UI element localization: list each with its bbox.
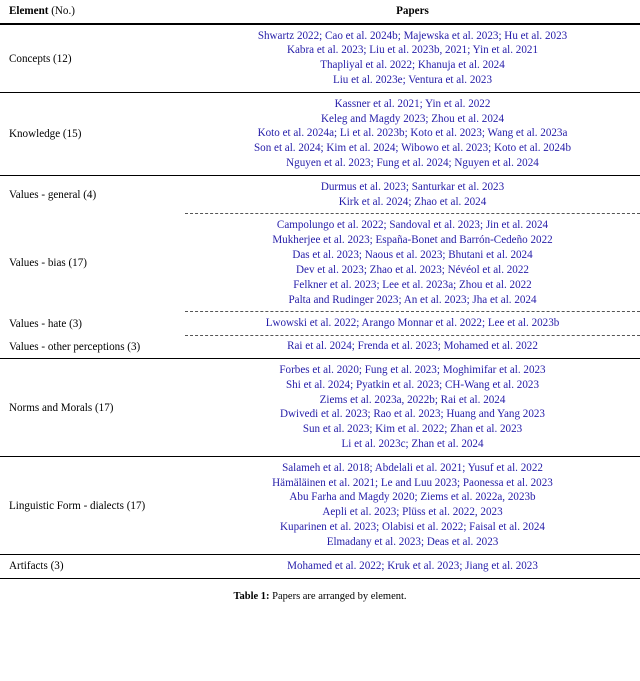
citation-line: Sun et al. 2023; Kim et al. 2022; Zhan e… xyxy=(302,423,523,436)
element-cell: Values - general (4) xyxy=(9,189,97,202)
table-row: Values - hate (3) Lwowski et al. 2022; Ar… xyxy=(0,311,640,336)
table-row: Concepts (12) Shwartz 2022; Cao et al. 20… xyxy=(0,25,640,93)
citation-line: Li et al. 2023c; Zhan et al. 2024 xyxy=(341,438,484,451)
rule-cell-left-bottom xyxy=(0,577,185,579)
citation-line: Felkner et al. 2023; Lee et al. 2023a; Z… xyxy=(293,278,532,291)
table-row: Values - other perceptions (3) Rai et al.… xyxy=(0,334,640,359)
citation-line: Thapliyal et al. 2022; Khanuja et al. 20… xyxy=(320,59,505,72)
citation-line: Das et al. 2023; Naous et al. 2023; Bhut… xyxy=(292,248,533,261)
citation-line: Elmadany et al. 2023; Deas et al. 2023 xyxy=(326,536,499,549)
table-row: Linguistic Form - dialects (17) Salameh e… xyxy=(0,457,640,554)
citation-line: Hämäläinen et al. 2021; Le and Luu 2023;… xyxy=(272,476,553,489)
table-header-row: Element (No.) Papers xyxy=(0,0,640,24)
table-row: Knowledge (15) Kassner et al. 2021; Yin e… xyxy=(0,93,640,176)
citation-line: Nguyen et al. 2023; Fung et al. 2024; Ng… xyxy=(286,157,539,170)
papers-cell: Campolungo et al. 2022; Sandoval et al. … xyxy=(185,213,640,312)
element-cell: Artifacts (3) xyxy=(9,560,64,573)
citation-line: Kuparinen et al. 2023; Olabisi et al. 20… xyxy=(280,521,545,534)
table-row: Values - general (4) Durmus et al. 2023; … xyxy=(0,176,640,214)
column-header-papers: Papers xyxy=(396,5,429,17)
citation-line: Dwivedi et al. 2023; Rao et al. 2023; Hu… xyxy=(280,408,545,421)
papers-cell: Lwowski et al. 2022; Arango Monnar et al… xyxy=(185,311,640,336)
caption-text: Papers are arranged by element. xyxy=(272,590,407,602)
table-body: Concepts (12) Shwartz 2022; Cao et al. 20… xyxy=(0,24,640,579)
citation-line: Palta and Rudinger 2023; An et al. 2023;… xyxy=(288,293,537,306)
citation-line: Shi et al. 2024; Pyatkin et al. 2023; CH… xyxy=(286,378,539,391)
citation-line: Koto et al. 2024a; Li et al. 2023b; Koto… xyxy=(257,127,568,140)
papers-cell: Rai et al. 2024; Frenda et al. 2023; Moh… xyxy=(185,334,640,359)
citation-line: Mukherjee et al. 2023; España-Bonet and … xyxy=(272,233,553,246)
table-caption: Table 1: Papers are arranged by element. xyxy=(0,590,640,604)
column-header-element: Element (No.) xyxy=(0,0,185,24)
table-row: Values - bias (17) Campolungo et al. 2022… xyxy=(0,213,640,312)
element-cell: Values - bias (17) xyxy=(9,256,87,269)
table-row: Artifacts (3) Mohamed et al. 2022; Kruk e… xyxy=(0,555,640,578)
citation-line: Ziems et al. 2023a, 2022b; Rai et al. 20… xyxy=(319,393,506,406)
papers-by-element-table: Element (No.) Papers Concepts (12) Shwart… xyxy=(0,0,640,579)
citation-line: Dev et al. 2023; Zhao et al. 2023; Névéo… xyxy=(296,263,529,276)
papers-cell: Mohamed et al. 2022; Kruk et al. 2023; J… xyxy=(185,555,640,578)
element-cell: Linguistic Form - dialects (17) xyxy=(9,499,146,512)
citation-line: Liu et al. 2023e; Ventura et al. 2023 xyxy=(332,74,493,87)
citation-line: Forbes et al. 2020; Fung et al. 2023; Mo… xyxy=(279,363,546,376)
citation-line: Campolungo et al. 2022; Sandoval et al. … xyxy=(276,218,549,231)
citation-line: Rai et al. 2024; Frenda et al. 2023; Moh… xyxy=(287,340,538,353)
element-cell: Values - hate (3) xyxy=(9,317,83,330)
citation-line: Shwartz 2022; Cao et al. 2024b; Majewska… xyxy=(257,29,568,42)
citation-line: Lwowski et al. 2022; Arango Monnar et al… xyxy=(265,316,560,329)
citation-line: Durmus et al. 2023; Santurkar et al. 202… xyxy=(320,180,505,193)
citation-line: Aepli et al. 2023; Plüss et al. 2022, 20… xyxy=(322,506,503,519)
caption-label: Table 1: xyxy=(233,590,273,602)
column-header-element-note: (No.) xyxy=(48,5,75,17)
citation-line: Salameh et al. 2018; Abdelali et al. 202… xyxy=(282,461,543,474)
column-header-element-bold: Element xyxy=(9,5,49,17)
citation-line: Kabra et al. 2023; Liu et al. 2023b, 202… xyxy=(287,44,538,57)
rule-cell-right-bottom xyxy=(185,577,640,579)
citation-line: Abu Farha and Magdy 2020; Ziems et al. 2… xyxy=(289,491,536,504)
table-bottom-rule xyxy=(0,577,640,579)
citation-line: Keleg and Magdy 2023; Zhou et al. 2024 xyxy=(320,112,504,125)
papers-cell: Durmus et al. 2023; Santurkar et al. 202… xyxy=(185,176,640,214)
table-row: Norms and Morals (17) Forbes et al. 2020;… xyxy=(0,359,640,456)
element-cell: Knowledge (15) xyxy=(9,128,82,141)
papers-cell: Shwartz 2022; Cao et al. 2024b; Majewska… xyxy=(185,25,640,93)
papers-cell: Salameh et al. 2018; Abdelali et al. 202… xyxy=(185,457,640,554)
citation-line: Kassner et al. 2021; Yin et al. 2022 xyxy=(334,97,491,110)
citation-line: Son et al. 2024; Kim et al. 2024; Wibowo… xyxy=(253,142,572,155)
citation-line: Kirk et al. 2024; Zhao et al. 2024 xyxy=(338,195,487,208)
citation-line: Mohamed et al. 2022; Kruk et al. 2023; J… xyxy=(287,559,538,572)
element-cell: Norms and Morals (17) xyxy=(9,401,114,414)
papers-cell: Kassner et al. 2021; Yin et al. 2022 Kele… xyxy=(185,93,640,176)
paper-table-container: Element (No.) Papers Concepts (12) Shwart… xyxy=(0,0,640,603)
papers-cell: Forbes et al. 2020; Fung et al. 2023; Mo… xyxy=(185,359,640,456)
element-cell: Concepts (12) xyxy=(9,52,72,65)
element-cell: Values - other perceptions (3) xyxy=(9,340,141,353)
